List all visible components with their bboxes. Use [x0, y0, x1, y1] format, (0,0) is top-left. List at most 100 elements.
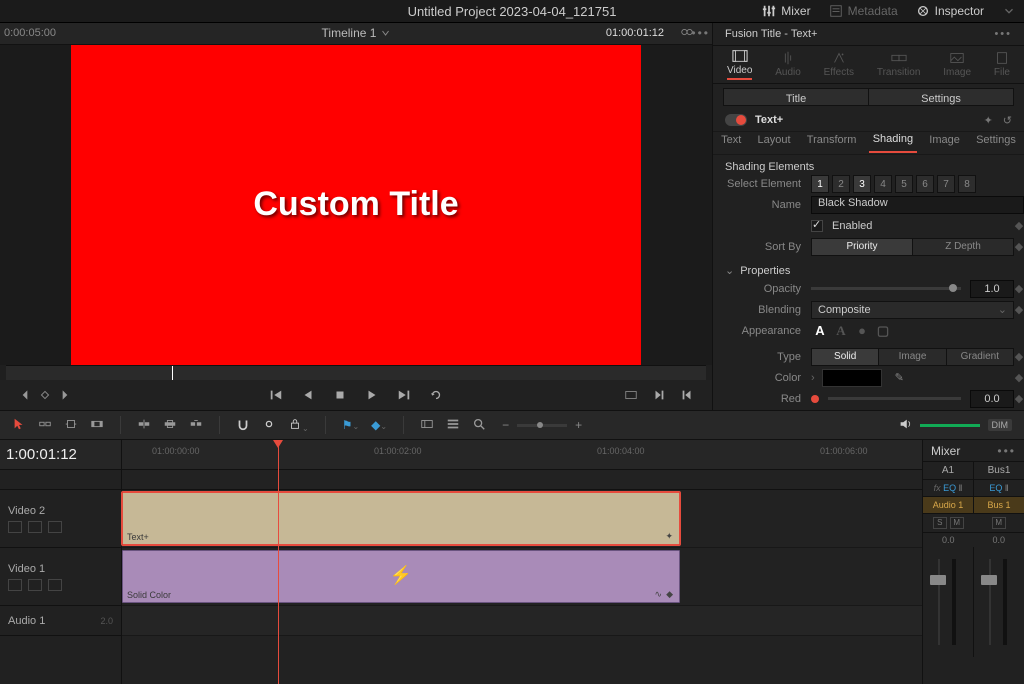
track-view-icon[interactable]: [48, 579, 62, 591]
fader-thumb[interactable]: [930, 575, 946, 585]
chevron-down-icon[interactable]: ⌄: [725, 264, 734, 277]
speaker-icon[interactable]: [898, 417, 912, 434]
play-reverse-button[interactable]: [301, 388, 315, 402]
clip-kf-icon[interactable]: ◆: [666, 589, 673, 600]
trim-tool[interactable]: [64, 417, 78, 434]
blending-keyframe[interactable]: ◆: [1014, 303, 1024, 316]
inspector-menu-icon[interactable]: •••: [994, 28, 1012, 40]
track-disable-icon[interactable]: [28, 579, 42, 591]
element-3[interactable]: 3: [853, 175, 871, 193]
prev-keyframe-icon[interactable]: [18, 388, 32, 402]
reset-icon[interactable]: ↺: [1003, 114, 1012, 127]
element-2[interactable]: 2: [832, 175, 850, 193]
snap-toggle[interactable]: [236, 417, 250, 434]
proptab-layout[interactable]: Layout: [754, 134, 795, 152]
fader-thumb[interactable]: [981, 575, 997, 585]
loop-button[interactable]: [429, 388, 443, 402]
track-lock-icon[interactable]: [8, 579, 22, 591]
solo-button[interactable]: S: [933, 517, 947, 529]
appearance-outline[interactable]: A: [832, 322, 850, 340]
first-frame-button[interactable]: [269, 388, 283, 402]
element-6[interactable]: 6: [916, 175, 934, 193]
mute-button[interactable]: M: [992, 517, 1006, 529]
appearance-fill[interactable]: A: [811, 322, 829, 340]
opacity-keyframe[interactable]: ◆: [1014, 282, 1024, 295]
element-7[interactable]: 7: [937, 175, 955, 193]
type-gradient[interactable]: Gradient: [947, 348, 1014, 366]
index-icon[interactable]: [446, 417, 460, 434]
mute-button[interactable]: M: [950, 517, 964, 529]
subtab-title[interactable]: Title: [723, 88, 869, 106]
mixer-menu-icon[interactable]: •••: [997, 444, 1016, 458]
stop-button[interactable]: [333, 388, 347, 402]
expand-icon[interactable]: [1002, 4, 1016, 18]
color-expand-icon[interactable]: ›: [811, 372, 815, 384]
appearance-circle[interactable]: ●: [853, 322, 871, 340]
element-1[interactable]: 1: [811, 175, 829, 193]
play-button[interactable]: [365, 388, 379, 402]
magic-wand-icon[interactable]: ✦: [984, 114, 993, 127]
name-input[interactable]: Black Shadow: [811, 196, 1024, 214]
eyedropper-icon[interactable]: ✎: [895, 371, 904, 384]
mixer-ch-a1[interactable]: A1: [923, 462, 973, 479]
color-swatch[interactable]: [822, 369, 882, 387]
clip-solid-color[interactable]: ⚡ Solid Color ∿◆: [122, 550, 680, 603]
fader-track[interactable]: [938, 559, 940, 645]
link-toggle[interactable]: [262, 417, 276, 434]
element-4[interactable]: 4: [874, 175, 892, 193]
sortby-zdepth[interactable]: Z Depth: [913, 238, 1014, 256]
plugin-enable-toggle[interactable]: [725, 114, 747, 126]
dynamic-trim-tool[interactable]: [90, 417, 104, 434]
mixer-toggle[interactable]: Mixer: [762, 4, 810, 18]
blade-tool[interactable]: [38, 417, 52, 434]
prev-clip-icon[interactable]: [680, 388, 694, 402]
proptab-transform[interactable]: Transform: [803, 134, 861, 152]
color-keyframe[interactable]: ◆: [1014, 371, 1024, 384]
track-lock-icon[interactable]: [8, 521, 22, 533]
red-slider[interactable]: [828, 397, 961, 400]
viewer-menu-icon[interactable]: •••: [691, 26, 710, 40]
zoom-slider[interactable]: [517, 424, 567, 427]
overwrite-clip-icon[interactable]: [163, 417, 177, 434]
element-8[interactable]: 8: [958, 175, 976, 193]
view-options-icon[interactable]: [420, 417, 434, 434]
element-5[interactable]: 5: [895, 175, 913, 193]
timeline-tc[interactable]: 1:00:01:12: [0, 440, 121, 470]
flag-icon[interactable]: ⚑⌄: [342, 418, 359, 432]
proptab-text[interactable]: Text: [717, 134, 745, 152]
keyframe-dot-icon[interactable]: [41, 391, 49, 399]
sortby-keyframe[interactable]: ◆: [1014, 240, 1024, 253]
marker-icon[interactable]: ◆⌄: [371, 418, 387, 432]
zoom-out-button[interactable]: −: [502, 418, 509, 432]
appearance-square[interactable]: ▢: [874, 322, 892, 340]
subtab-settings[interactable]: Settings: [869, 88, 1014, 106]
red-keyframe[interactable]: ◆: [1014, 392, 1024, 405]
inspector-toggle[interactable]: Inspector: [916, 4, 984, 18]
proptab-settings[interactable]: Settings: [972, 134, 1020, 152]
fader-track[interactable]: [989, 559, 991, 645]
clip-text-plus[interactable]: Text+ ✦: [122, 492, 680, 545]
proptab-image[interactable]: Image: [925, 134, 964, 152]
blending-select[interactable]: Composite⌄: [811, 301, 1014, 319]
sortby-priority[interactable]: Priority: [811, 238, 913, 256]
tab-video[interactable]: Video: [727, 49, 752, 80]
selection-tool[interactable]: [12, 417, 26, 434]
track-disable-icon[interactable]: [28, 521, 42, 533]
replace-clip-icon[interactable]: [189, 417, 203, 434]
next-clip-icon[interactable]: [652, 388, 666, 402]
type-image[interactable]: Image: [879, 348, 946, 366]
next-keyframe-icon[interactable]: [58, 388, 72, 402]
type-solid[interactable]: Solid: [811, 348, 879, 366]
zoom-in-button[interactable]: +: [575, 418, 582, 432]
timeline-dropdown[interactable]: Timeline 1: [322, 26, 391, 40]
metadata-toggle[interactable]: Metadata: [829, 4, 898, 18]
opacity-value[interactable]: 1.0: [970, 280, 1014, 298]
volume-slider[interactable]: [920, 424, 980, 427]
timeline-ruler[interactable]: 01:00:00:00 01:00:02:00 01:00:04:00 01:0…: [122, 440, 922, 470]
lock-icon[interactable]: ⌄: [288, 417, 309, 434]
red-value[interactable]: 0.0: [970, 390, 1014, 408]
match-frame-icon[interactable]: [624, 388, 638, 402]
enabled-keyframe[interactable]: ◆: [1014, 219, 1024, 232]
clip-curve-icon[interactable]: ∿: [655, 589, 663, 600]
dim-button[interactable]: DIM: [988, 419, 1013, 431]
